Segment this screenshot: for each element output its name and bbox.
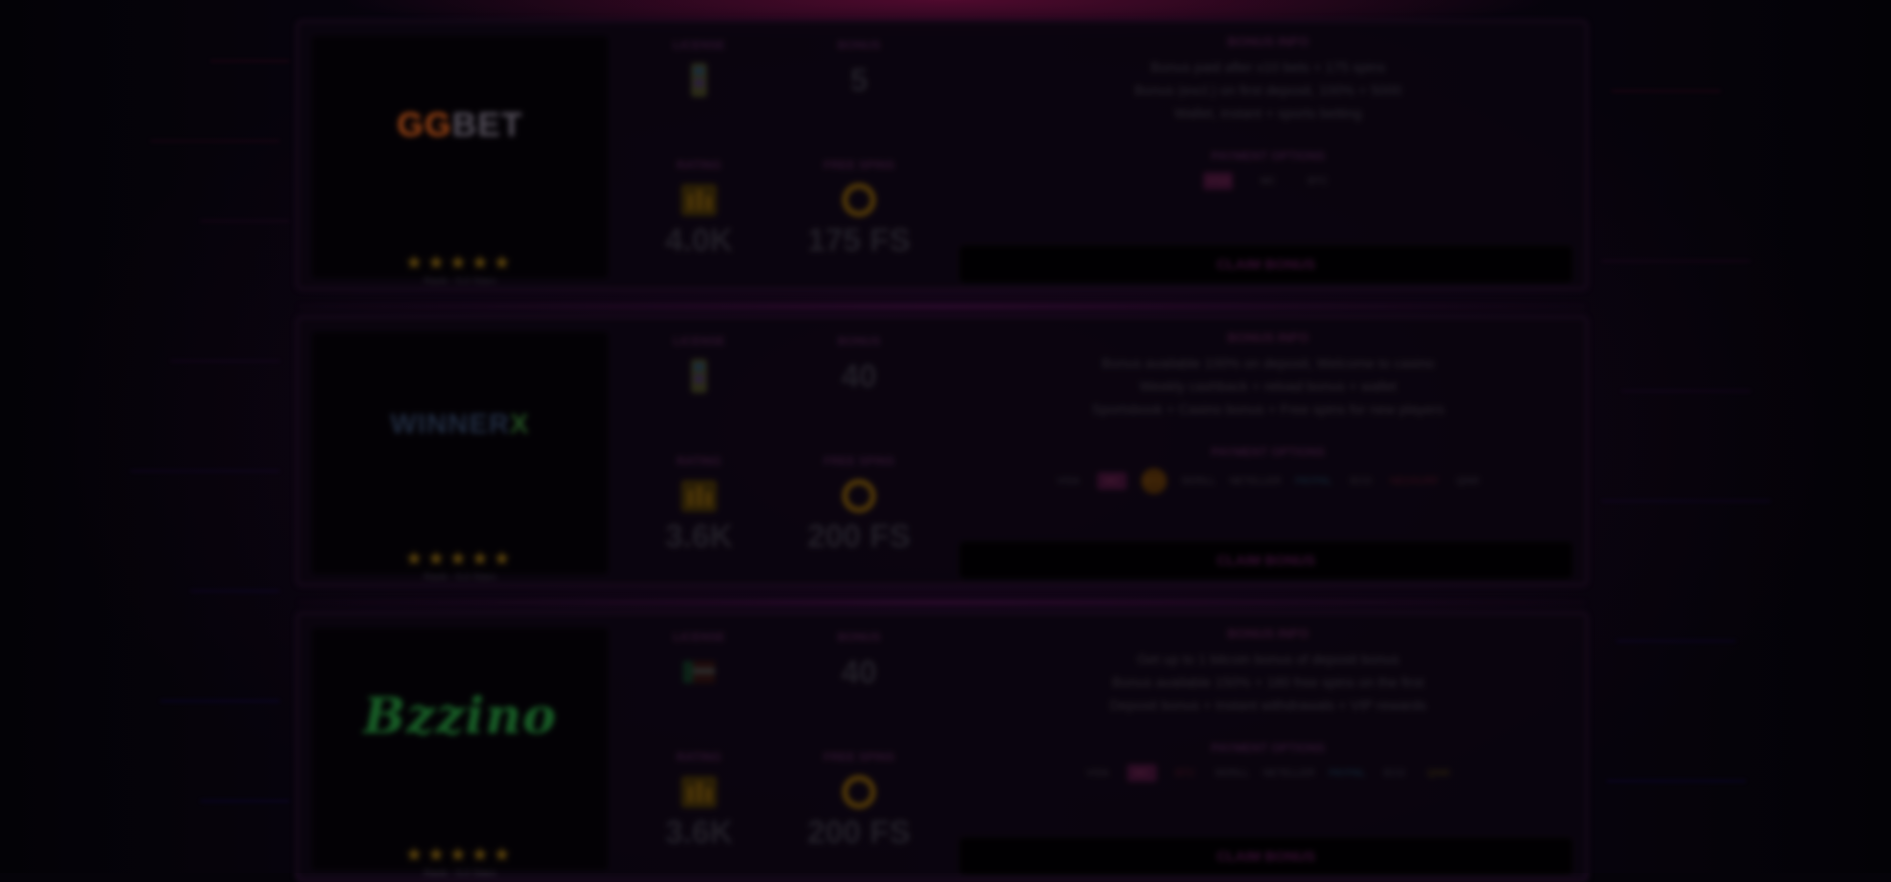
license-icon	[634, 60, 764, 100]
claim-bonus-button[interactable]: CLAIM BONUS	[958, 540, 1574, 580]
payment-icon: MC	[1260, 175, 1276, 187]
rating-text: Rank - 5.0 Stars	[423, 276, 497, 287]
casino-logo: Bzzino	[363, 686, 557, 745]
rating-text: Rank - 5.0 Stars	[423, 868, 497, 879]
bar-chart-icon	[634, 180, 764, 220]
casino-logo: GGBET	[397, 106, 523, 144]
stat-license: LICENSE	[634, 334, 764, 396]
casino-logo-panel[interactable]: Bzzino ★★★★★ Rank - 5.0 Stars	[312, 628, 608, 879]
payment-icon: BTC	[1308, 175, 1328, 187]
casino-card: GGBET ★★★★★ Rank - 5.0 Stars LICENSE BON…	[296, 20, 1588, 308]
casino-logo: WINNERX	[390, 408, 530, 439]
divider	[298, 601, 1586, 604]
payment-icon: QIWI	[1427, 767, 1450, 779]
claim-bonus-button[interactable]: CLAIM BONUS	[958, 244, 1574, 284]
payment-title: PAYMENT OPTIONS	[1210, 741, 1326, 755]
payment-icons: VISA MC BTC SKRILL NETELLER PAYPAL ECO N…	[958, 468, 1578, 494]
payment-icon: NEOSURF	[1389, 475, 1439, 487]
payment-icon: PAYPAL	[1295, 475, 1332, 487]
spin-ring-icon	[794, 476, 924, 516]
stat-rating: RATING 3.6K	[634, 750, 764, 851]
payment-icon: BTC	[1175, 767, 1196, 779]
bonus-details: Bonus paid after x10 bets + 175 spins Bo…	[1134, 59, 1402, 121]
payment-icon: BTC	[1141, 468, 1168, 494]
payment-icon: PAYPAL	[1328, 767, 1366, 779]
rating-stars: ★★★★★	[405, 548, 515, 570]
payment-icon: MC	[1126, 764, 1157, 782]
license-icon	[634, 356, 764, 396]
stat-rating: RATING 3.6K	[634, 454, 764, 555]
payment-icon: MC	[1097, 472, 1128, 490]
claim-bonus-button[interactable]: CLAIM BONUS	[958, 836, 1574, 876]
spin-ring-icon	[794, 772, 924, 812]
bar-chart-icon	[634, 476, 764, 516]
stat-bonus: BONUS 40	[837, 334, 881, 394]
stat-license: LICENSE	[634, 38, 764, 100]
bonus-title: BONUS INFO	[1227, 330, 1309, 345]
casino-logo-panel[interactable]: WINNERX ★★★★★ Rank - 5.0 Stars	[312, 332, 608, 583]
casino-card: WINNERX ★★★★★ Rank - 5.0 Stars LICENSE B…	[296, 316, 1588, 604]
payment-icon: SKRILL	[1181, 475, 1216, 487]
stat-free-spins: FREE SPINS 200 FS	[794, 750, 924, 851]
payment-icons: VISA MC BTC SKRILL NETELLER PAYPAL ECO Q…	[958, 764, 1578, 782]
payment-icon: NETELLER	[1229, 475, 1282, 487]
payment-icon: QIWI	[1456, 475, 1480, 487]
stat-free-spins: FREE SPINS 200 FS	[794, 454, 924, 555]
payment-icon: SKRILL	[1214, 767, 1250, 779]
payment-icon: VISA	[1056, 475, 1080, 487]
stat-license: LICENSE	[634, 630, 764, 692]
casino-logo-panel[interactable]: GGBET ★★★★★ Rank - 5.0 Stars	[312, 36, 608, 287]
flag-icon	[634, 652, 764, 692]
payment-title: PAYMENT OPTIONS	[1210, 149, 1326, 163]
payment-title: PAYMENT OPTIONS	[1210, 445, 1326, 459]
bonus-details: Bonus available 100% on deposit, Welcome…	[1091, 355, 1445, 417]
rating-stars: ★★★★★	[405, 252, 515, 274]
casino-list: GGBET ★★★★★ Rank - 5.0 Stars LICENSE BON…	[296, 20, 1588, 882]
stat-rating: RATING 4.0K	[634, 158, 764, 259]
payment-icon: VISA	[1203, 172, 1233, 190]
divider	[298, 305, 1586, 308]
rating-stars: ★★★★★	[405, 844, 515, 866]
casino-card: Bzzino ★★★★★ Rank - 5.0 Stars LICENSE BO…	[296, 612, 1588, 882]
bonus-title: BONUS INFO	[1227, 626, 1309, 641]
stat-free-spins: FREE SPINS 175 FS	[794, 158, 924, 259]
payment-icons: VISA MC BTC	[958, 172, 1578, 190]
rating-text: Rank - 5.0 Stars	[423, 572, 497, 583]
payment-icon: VISA	[1086, 767, 1109, 779]
bonus-details: Get up to 1 bitcoin bonus of deposit bon…	[1109, 651, 1427, 713]
right-decor	[1591, 0, 1891, 873]
payment-icon: ECO	[1350, 475, 1372, 487]
left-decor	[0, 0, 300, 873]
stat-bonus: BONUS 40	[837, 630, 881, 690]
bar-chart-icon	[634, 772, 764, 812]
bonus-title: BONUS INFO	[1227, 34, 1309, 49]
payment-icon: ECO	[1383, 767, 1406, 779]
payment-icon: NETELLER	[1263, 767, 1315, 779]
stat-bonus: BONUS 5	[837, 38, 881, 98]
spin-ring-icon	[794, 180, 924, 220]
